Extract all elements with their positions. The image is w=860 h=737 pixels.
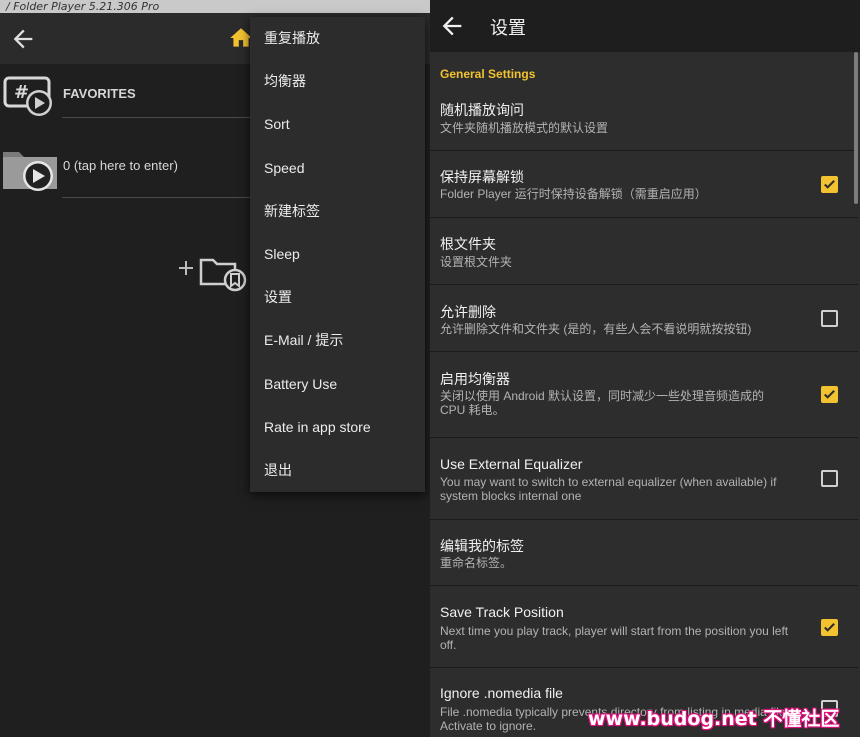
setting-title: 根文件夹 [440, 236, 496, 252]
overflow-menu: 重复播放 均衡器 Sort Speed 新建标签 Sleep 设置 E-Mail… [250, 17, 425, 492]
setting-shuffle-ask[interactable]: 随机播放询问 文件夹随机播放模式的默认设置 [430, 86, 858, 151]
allow-delete-checkbox[interactable] [821, 310, 838, 327]
setting-title: 启用均衡器 [440, 371, 510, 387]
menu-item-exit[interactable]: 退出 [250, 449, 425, 492]
favorites-tag-play-icon: # [3, 76, 52, 116]
row-divider [62, 197, 260, 198]
menu-item-repeat[interactable]: 重复播放 [250, 17, 425, 60]
setting-title: Ignore .nomedia file [440, 685, 563, 701]
setting-subtitle: 重命名标签。 [440, 556, 513, 570]
page-title: 设置 [490, 18, 526, 38]
setting-subtitle: Next time you play track, player will st… [440, 624, 789, 652]
settings-toolbar: 设置 [430, 0, 860, 52]
setting-subtitle: 设置根文件夹 [440, 255, 513, 269]
setting-title: 编辑我的标签 [440, 538, 524, 554]
enable-equalizer-checkbox[interactable] [821, 386, 838, 403]
menu-item-battery-use[interactable]: Battery Use [250, 363, 425, 406]
external-equalizer-checkbox[interactable] [821, 470, 838, 487]
setting-enable-equalizer[interactable]: 启用均衡器 关闭以使用 Android 默认设置，同时减少一些处理音频造成的 C… [430, 352, 858, 438]
back-arrow-icon[interactable] [9, 25, 37, 53]
setting-allow-delete[interactable]: 允许删除 允许删除文件和文件夹 (是的，有些人会不看说明就按按钮) [430, 285, 858, 352]
setting-subtitle: 关闭以使用 Android 默认设置，同时减少一些处理音频造成的 CPU 耗电。 [440, 389, 765, 417]
setting-root-folder[interactable]: 根文件夹 设置根文件夹 [430, 218, 858, 285]
setting-subtitle: You may want to switch to external equal… [440, 475, 777, 503]
save-track-position-checkbox[interactable] [821, 619, 838, 636]
menu-item-sort[interactable]: Sort [250, 103, 425, 146]
setting-save-track-position[interactable]: Save Track Position Next time you play t… [430, 586, 858, 668]
menu-item-email[interactable]: E-Mail / 提示 [250, 319, 425, 362]
window-title-bar: / Folder Player 5.21.306 Pro [0, 0, 430, 13]
folder-play-icon [3, 152, 57, 191]
setting-subtitle: 文件夹随机播放模式的默认设置 [440, 121, 609, 135]
keep-unlocked-checkbox[interactable] [821, 176, 838, 193]
menu-item-sleep[interactable]: Sleep [250, 233, 425, 276]
menu-item-settings[interactable]: 设置 [250, 276, 425, 319]
menu-item-new-tag[interactable]: 新建标签 [250, 190, 425, 233]
root-folder-row[interactable]: 0 (tap here to enter) [0, 136, 260, 198]
setting-subtitle: 允许删除文件和文件夹 (是的，有些人会不看说明就按按钮) [440, 322, 752, 336]
setting-title: Save Track Position [440, 604, 564, 620]
watermark: www.budog.net 不懂社区 [588, 708, 840, 730]
setting-title: 允许删除 [440, 304, 496, 320]
setting-subtitle: Folder Player 运行时保持设备解锁（需重启应用） [440, 187, 707, 201]
checkmark-icon [824, 390, 835, 399]
root-folder-label: 0 (tap here to enter) [63, 158, 178, 173]
setting-keep-unlocked[interactable]: 保持屏幕解锁 Folder Player 运行时保持设备解锁（需重启应用） [430, 151, 858, 218]
setting-title: 保持屏幕解锁 [440, 169, 524, 185]
setting-external-equalizer[interactable]: Use External Equalizer You may want to s… [430, 438, 858, 520]
menu-item-rate[interactable]: Rate in app store [250, 406, 425, 449]
setting-edit-tags[interactable]: 编辑我的标签 重命名标签。 [430, 520, 858, 586]
settings-pane: 设置 General Settings 随机播放询问 文件夹随机播放模式的默认设… [430, 0, 860, 737]
favorites-row[interactable]: # FAVORITES [0, 64, 260, 118]
setting-title: 随机播放询问 [440, 102, 524, 118]
setting-title: Use External Equalizer [440, 456, 583, 472]
checkmark-icon [824, 623, 835, 632]
menu-item-speed[interactable]: Speed [250, 147, 425, 190]
checkmark-icon [824, 180, 835, 189]
back-arrow-icon[interactable] [438, 12, 466, 40]
section-header: General Settings [440, 67, 536, 81]
favorites-label: FAVORITES [63, 86, 136, 101]
row-divider [62, 117, 260, 118]
scrollbar[interactable] [854, 52, 858, 204]
add-bookmark-folder-icon[interactable] [175, 250, 255, 292]
menu-item-equalizer[interactable]: 均衡器 [250, 60, 425, 103]
